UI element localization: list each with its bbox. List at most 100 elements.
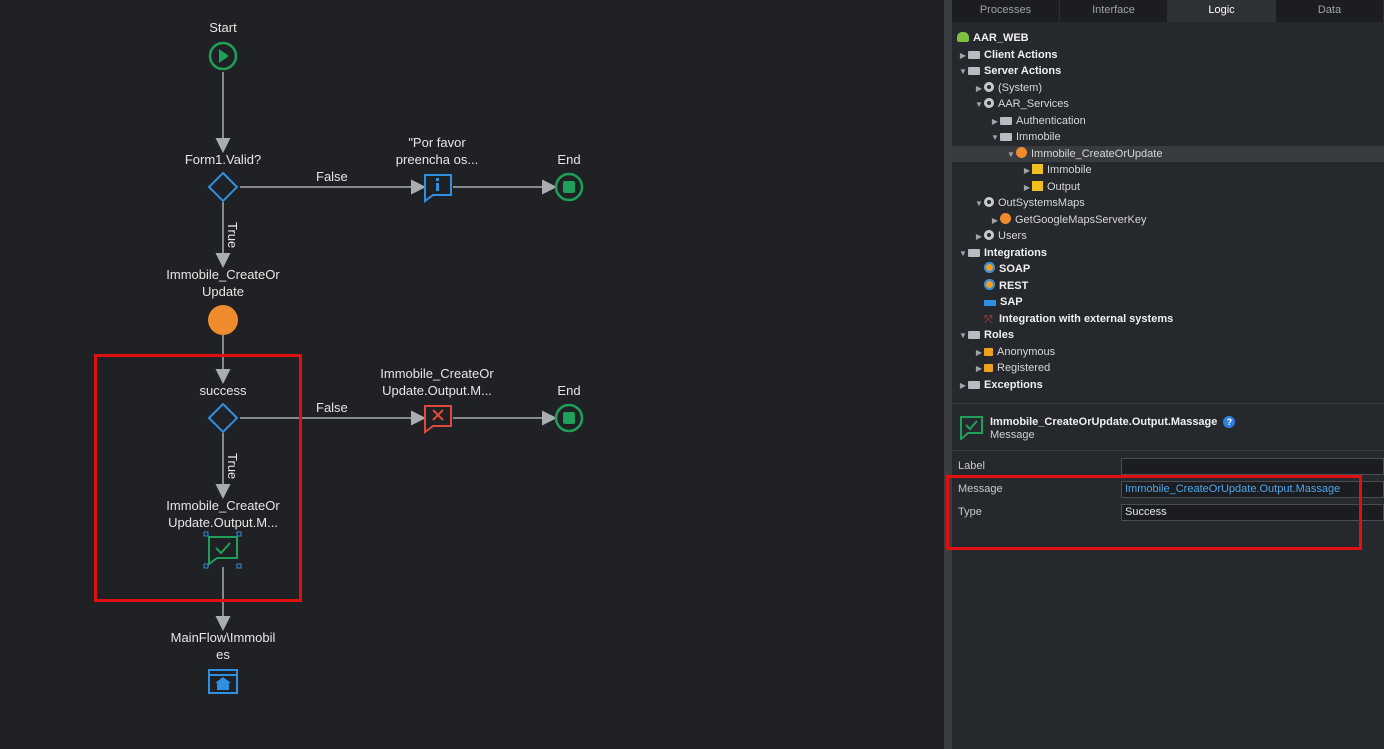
destination-home-icon[interactable] <box>208 669 238 694</box>
folder-open-icon <box>968 331 980 339</box>
tree-item-exceptions[interactable]: ▶ Exceptions <box>952 377 1384 394</box>
lock-icon <box>984 364 993 372</box>
properties-title: Immobile_CreateOrUpdate.Output.Massage <box>990 416 1218 428</box>
tab-bar: Processes Interface Logic Data <box>952 0 1384 22</box>
chevron-right-icon[interactable]: ▶ <box>974 81 984 98</box>
chevron-right-icon[interactable]: ▶ <box>1022 180 1032 197</box>
chevron-down-icon[interactable]: ▼ <box>958 64 968 81</box>
help-icon[interactable]: ? <box>1223 416 1236 428</box>
chevron-down-icon[interactable]: ▼ <box>974 196 984 213</box>
chevron-down-icon[interactable]: ▼ <box>1006 147 1016 164</box>
server-action-icon <box>1000 212 1011 224</box>
chevron-right-icon[interactable]: ▶ <box>974 229 984 246</box>
properties-subtitle: Message <box>990 429 1035 441</box>
chevron-down-icon[interactable]: ▼ <box>990 130 1000 147</box>
gear-icon <box>984 81 994 92</box>
folder-icon <box>968 50 980 59</box>
message-info-node[interactable] <box>424 174 452 203</box>
tree-item-param-immobile[interactable]: ▶ Immobile <box>952 162 1384 179</box>
true-label: True <box>225 222 240 249</box>
tree-item-external[interactable]: ⤧ Integration with external systems <box>952 311 1384 328</box>
tree-item-sap[interactable]: SAP <box>952 294 1384 311</box>
tree-item-client-actions[interactable]: ▶ Client Actions <box>952 47 1384 64</box>
tree-item-aar-services[interactable]: ▼ AAR_Services <box>952 96 1384 113</box>
tree-item-soap[interactable]: SOAP <box>952 261 1384 278</box>
label-field[interactable] <box>1121 458 1384 475</box>
chevron-right-icon[interactable]: ▶ <box>1022 163 1032 180</box>
false-label: False <box>316 400 348 415</box>
tree-item-google-key[interactable]: ▶ GetGoogleMapsServerKey <box>952 212 1384 229</box>
splitter[interactable] <box>944 0 952 749</box>
tree-item-integrations[interactable]: ▼ Integrations <box>952 245 1384 262</box>
end-node[interactable] <box>554 403 584 433</box>
tree-item-users[interactable]: ▶ Users <box>952 228 1384 245</box>
panel-separator[interactable] <box>952 403 1384 404</box>
chevron-right-icon[interactable]: ▶ <box>990 213 1000 230</box>
tree-item-root[interactable]: AAR_WEB <box>952 30 1384 47</box>
action-label: Immobile_CreateOr Update <box>166 267 280 299</box>
message-success-icon <box>960 416 983 440</box>
sap-icon <box>984 300 996 306</box>
end-label: End <box>557 383 581 398</box>
server-action-icon <box>1016 146 1027 158</box>
message-label-info: "Por favor preencha os... <box>395 135 479 167</box>
property-key: Label <box>958 460 985 472</box>
tab-processes[interactable]: Processes <box>952 0 1060 22</box>
message-label-error: Immobile_CreateOr Update.Output.M... <box>380 366 494 398</box>
folder-open-icon <box>968 67 980 75</box>
chevron-down-icon[interactable]: ▼ <box>958 246 968 263</box>
chevron-down-icon[interactable]: ▼ <box>958 328 968 345</box>
message-error-node[interactable] <box>424 405 452 434</box>
input-parameter-icon <box>1032 164 1043 174</box>
end-label: End <box>557 152 581 167</box>
tree-item-immobile[interactable]: ▼ Immobile <box>952 129 1384 146</box>
module-icon <box>957 32 969 42</box>
gear-icon <box>984 230 994 240</box>
tree-item-create-or-update[interactable]: ▼ Immobile_CreateOrUpdate <box>952 145 1384 164</box>
chevron-right-icon[interactable]: ▶ <box>974 361 984 378</box>
tree-item-anonymous[interactable]: ▶ Anonymous <box>952 344 1384 361</box>
property-row-label: Label <box>952 458 1384 476</box>
tree-item-rest[interactable]: REST <box>952 278 1384 295</box>
lock-icon <box>984 347 993 356</box>
chevron-down-icon[interactable]: ▼ <box>974 97 984 114</box>
chevron-right-icon[interactable]: ▶ <box>974 345 984 362</box>
chevron-right-icon[interactable]: ▶ <box>958 378 968 395</box>
tree-item-param-output[interactable]: ▶ Output <box>952 179 1384 196</box>
tab-interface[interactable]: Interface <box>1060 0 1168 22</box>
tree-item-system[interactable]: ▶ (System) <box>952 80 1384 97</box>
folder-open-icon <box>1000 133 1012 141</box>
chevron-right-icon[interactable]: ▶ <box>958 48 968 65</box>
flow-canvas[interactable]: Start Form1.Valid? "Por favor preencha o… <box>0 0 944 749</box>
highlight-box <box>94 354 302 602</box>
output-parameter-icon <box>1032 180 1043 191</box>
tree-item-authentication[interactable]: ▶ Authentication <box>952 113 1384 130</box>
tab-logic[interactable]: Logic <box>1168 0 1276 22</box>
gear-icon <box>984 197 994 207</box>
start-node[interactable] <box>208 41 238 71</box>
highlight-box <box>946 475 1362 550</box>
gear-icon <box>984 98 994 108</box>
end-node[interactable] <box>554 172 584 202</box>
folder-icon <box>968 380 980 389</box>
properties-divider <box>952 450 1384 451</box>
tree-item-server-actions[interactable]: ▼ Server Actions <box>952 63 1384 80</box>
server-action-node[interactable] <box>208 305 238 335</box>
integration-icon: ⤧ <box>984 313 993 326</box>
start-label: Start <box>209 20 237 35</box>
destination-label: MainFlow\Immobil es <box>170 630 276 662</box>
folder-open-icon <box>968 248 980 257</box>
tree-item-outsystems-maps[interactable]: ▼ OutSystemsMaps <box>952 195 1384 212</box>
tab-data[interactable]: Data <box>1276 0 1384 22</box>
right-panel: Processes Interface Logic Data AAR_WEB ▶… <box>946 0 1384 749</box>
tree-item-registered[interactable]: ▶ Registered <box>952 360 1384 377</box>
if-label-form-valid: Form1.Valid? <box>184 152 262 167</box>
properties-header: Immobile_CreateOrUpdate.Output.Massage? … <box>960 416 1236 442</box>
logic-tree: AAR_WEB ▶ Client Actions ▼ Server Actions … <box>952 22 1384 393</box>
chevron-right-icon[interactable]: ▶ <box>990 114 1000 131</box>
if-node-form-valid[interactable] <box>207 171 239 203</box>
rest-icon <box>984 278 995 290</box>
false-label: False <box>316 169 348 184</box>
tree-item-roles[interactable]: ▼ Roles <box>952 327 1384 344</box>
soap-icon <box>984 262 995 273</box>
